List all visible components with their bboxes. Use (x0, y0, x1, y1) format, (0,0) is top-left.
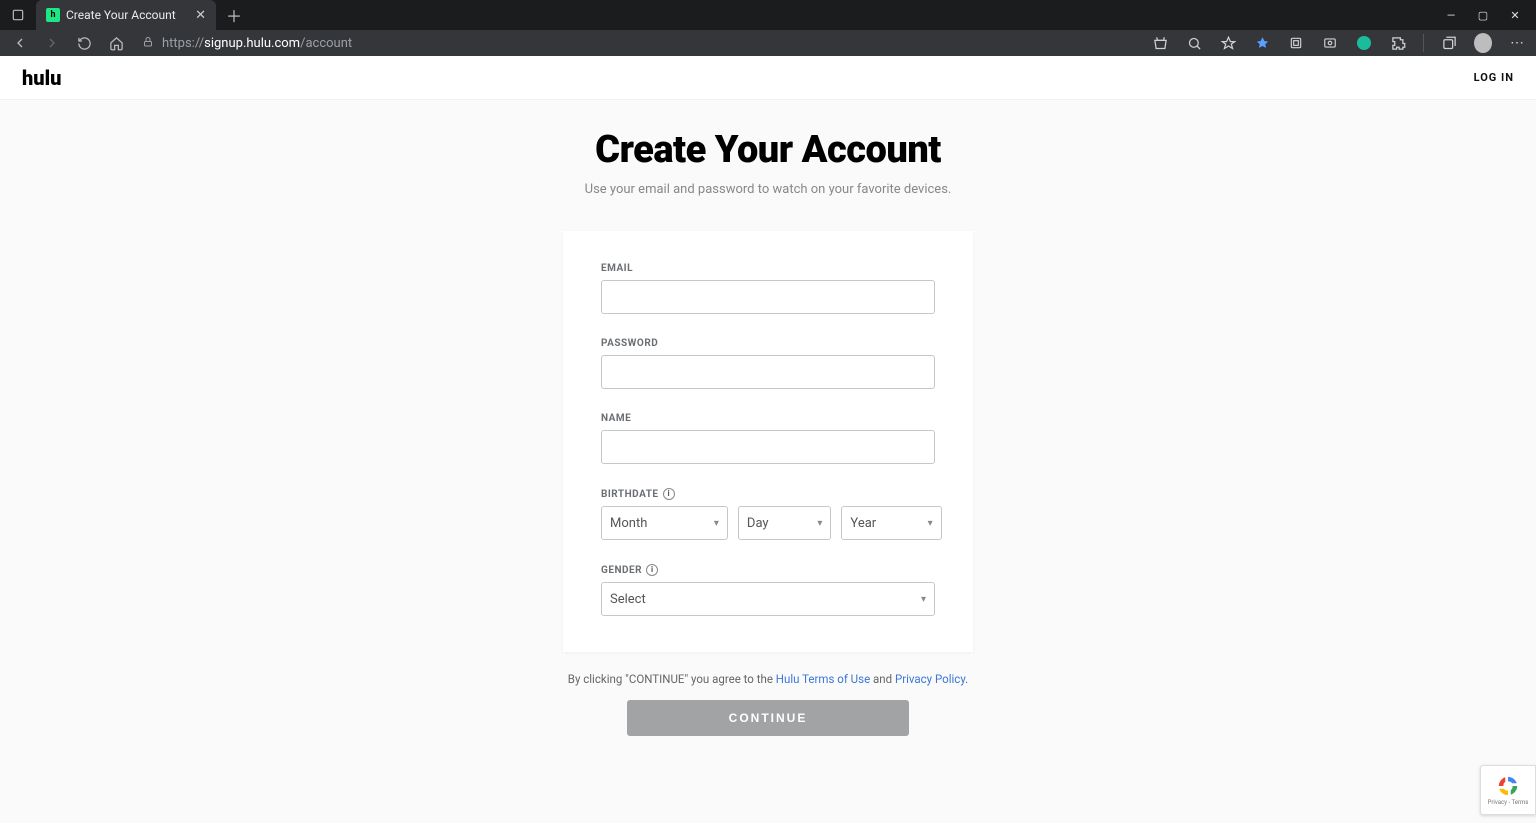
site-header: hulu LOG IN (0, 56, 1536, 100)
birthdate-field-group: BIRTHDATE i Month ▾ Day ▾ Year ▾ (601, 488, 935, 540)
back-button[interactable] (10, 33, 30, 53)
month-select[interactable]: Month ▾ (601, 506, 728, 540)
close-window-icon[interactable]: ✕ (1508, 9, 1522, 22)
chevron-down-icon: ▾ (714, 518, 719, 529)
chevron-down-icon: ▾ (817, 518, 822, 529)
privacy-link[interactable]: Privacy Policy (895, 672, 965, 686)
page-subtitle: Use your email and password to watch on … (585, 182, 952, 197)
zoom-icon[interactable] (1185, 34, 1203, 52)
name-field-group: NAME (601, 413, 935, 464)
name-label: NAME (601, 413, 631, 424)
password-label: PASSWORD (601, 338, 658, 349)
info-icon[interactable]: i (663, 488, 675, 500)
browser-tab[interactable]: h Create Your Account ✕ (36, 0, 216, 30)
email-field-group: EMAIL (601, 263, 935, 314)
info-icon[interactable]: i (646, 564, 658, 576)
grammarly-icon[interactable] (1355, 34, 1373, 52)
year-placeholder: Year (850, 516, 876, 531)
password-input[interactable] (601, 355, 935, 389)
url-text: https://signup.hulu.com/account (162, 36, 352, 51)
window-controls: — ▢ ✕ (1444, 9, 1536, 22)
browser-toolbar: https://signup.hulu.com/account ⋯ (0, 30, 1536, 56)
close-icon[interactable]: ✕ (195, 8, 206, 23)
email-label: EMAIL (601, 263, 633, 274)
tab-title: Create Your Account (66, 8, 176, 22)
shopping-icon[interactable] (1151, 34, 1169, 52)
favorites-icon[interactable] (1219, 34, 1237, 52)
browser-chrome: h Create Your Account ✕ ＋ — ▢ ✕ ht (0, 0, 1536, 56)
lock-icon (142, 36, 154, 51)
page-title: Create Your Account (595, 128, 941, 172)
tab-strip: h Create Your Account ✕ ＋ — ▢ ✕ (0, 0, 1536, 30)
name-input[interactable] (601, 430, 935, 464)
gender-placeholder: Select (610, 592, 646, 607)
password-field-group: PASSWORD (601, 338, 935, 389)
birthdate-label: BIRTHDATE (601, 489, 659, 500)
gender-label: GENDER (601, 565, 642, 576)
email-input[interactable] (601, 280, 935, 314)
recaptcha-text: Privacy - Terms (1488, 799, 1529, 806)
collections-icon[interactable] (1440, 34, 1458, 52)
gender-field-group: GENDER i Select ▾ (601, 564, 935, 616)
year-select[interactable]: Year ▾ (841, 506, 941, 540)
chevron-down-icon: ▾ (928, 518, 933, 529)
hulu-favicon: h (46, 8, 60, 22)
login-link[interactable]: LOG IN (1474, 71, 1514, 84)
maximize-icon[interactable]: ▢ (1476, 9, 1490, 22)
extensions-icon[interactable] (1389, 34, 1407, 52)
ext3-icon[interactable] (1321, 34, 1339, 52)
forward-button[interactable] (42, 33, 62, 53)
recaptcha-badge[interactable]: Privacy - Terms (1480, 765, 1536, 815)
day-placeholder: Day (747, 516, 769, 531)
tab-overview-icon[interactable] (6, 3, 30, 27)
minimize-icon[interactable]: — (1444, 9, 1458, 22)
home-button[interactable] (106, 33, 126, 53)
legal-text: By clicking "CONTINUE" you agree to the … (568, 672, 968, 686)
terms-link[interactable]: Hulu Terms of Use (776, 672, 870, 686)
month-placeholder: Month (610, 516, 647, 531)
new-tab-button[interactable]: ＋ (222, 3, 246, 27)
day-select[interactable]: Day ▾ (738, 506, 832, 540)
recaptcha-icon (1497, 775, 1519, 797)
chevron-down-icon: ▾ (921, 594, 926, 605)
profile-avatar[interactable] (1474, 34, 1492, 52)
more-icon[interactable]: ⋯ (1508, 34, 1526, 52)
reload-button[interactable] (74, 33, 94, 53)
content: Create Your Account Use your email and p… (0, 100, 1536, 736)
address-bar[interactable]: https://signup.hulu.com/account (142, 36, 352, 51)
page: hulu LOG IN Create Your Account Use your… (0, 56, 1536, 823)
continue-button[interactable]: CONTINUE (627, 700, 909, 736)
hulu-logo[interactable]: hulu (22, 66, 61, 90)
toolbar-icons: ⋯ (1151, 34, 1526, 52)
ext1-icon[interactable] (1253, 34, 1271, 52)
signup-card: EMAIL PASSWORD NAME BIRTHDATE i (563, 231, 973, 652)
gender-select[interactable]: Select ▾ (601, 582, 935, 616)
ext2-icon[interactable] (1287, 34, 1305, 52)
